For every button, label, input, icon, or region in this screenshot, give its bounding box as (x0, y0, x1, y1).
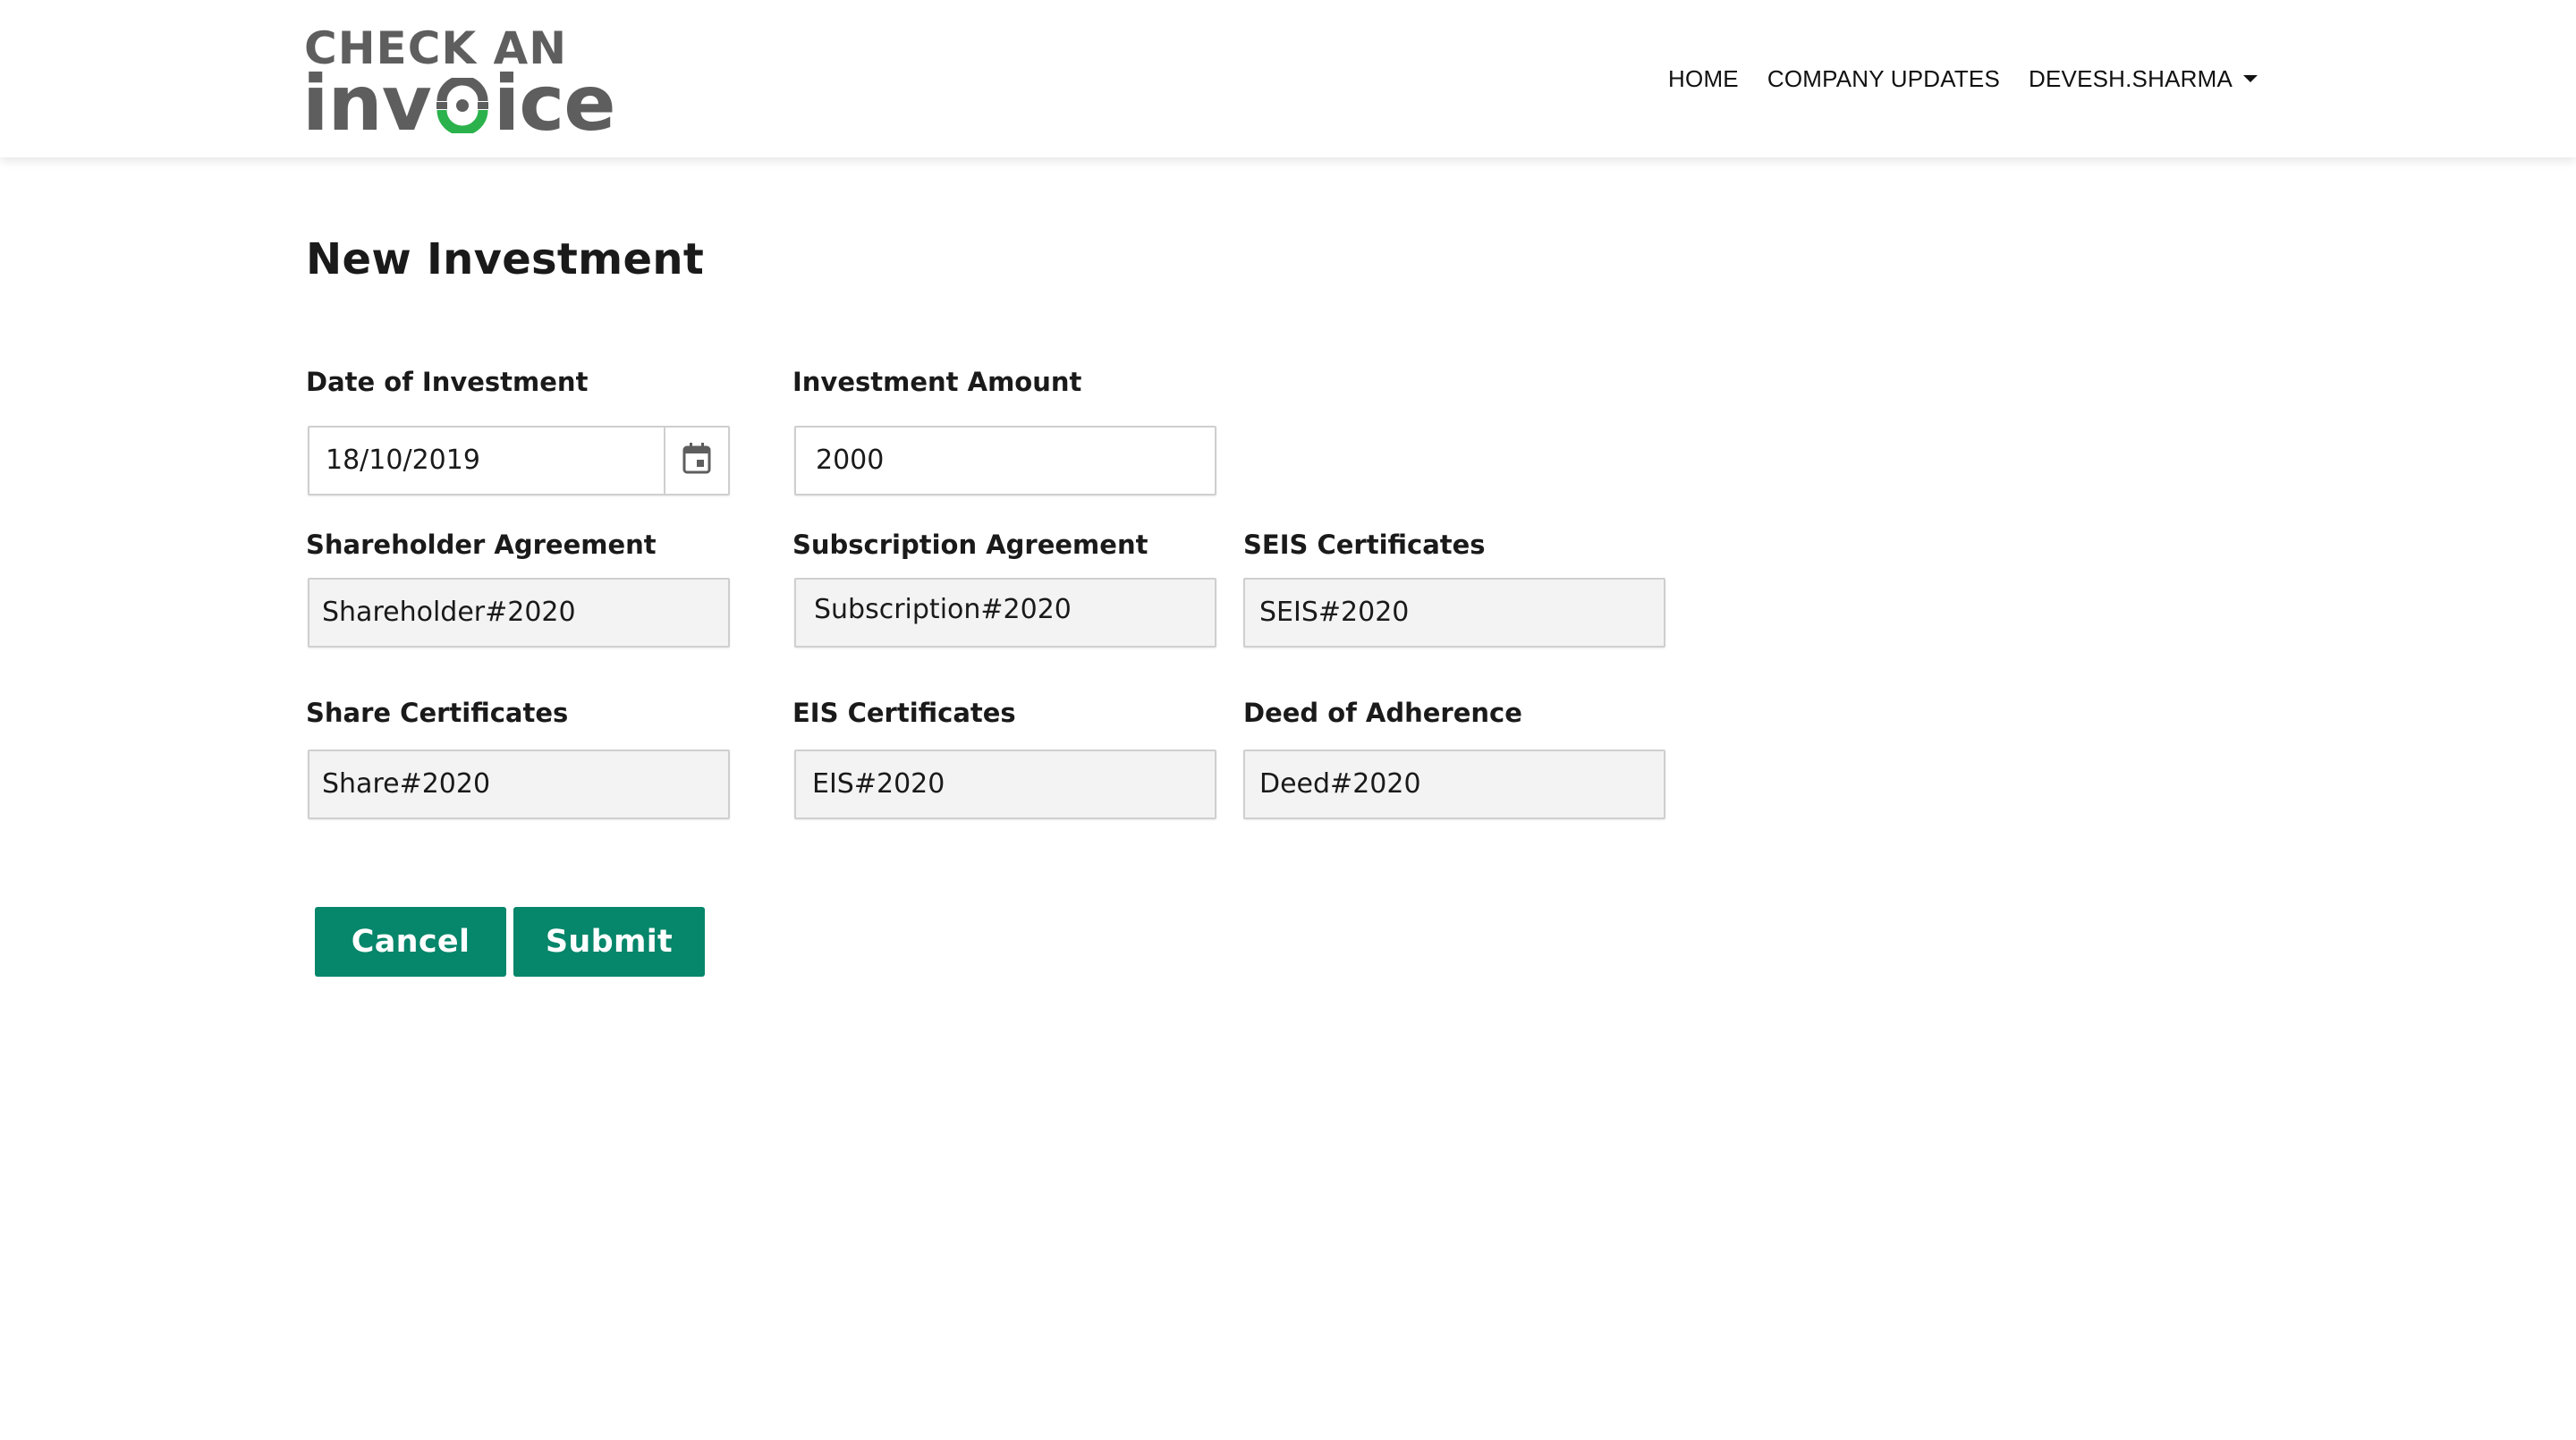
shareholder-agreement-field[interactable]: Shareholder#2020 (308, 578, 730, 648)
eis-certificates-label: EIS Certificates (792, 698, 1016, 728)
page-title: New Investment (306, 234, 705, 284)
submit-button[interactable]: Submit (513, 907, 705, 977)
date-of-investment-field[interactable]: 18/10/2019 (308, 426, 730, 496)
seis-certificates-value: SEIS#2020 (1259, 597, 1410, 628)
eis-certificates-value: EIS#2020 (812, 768, 945, 800)
eis-certificates-field[interactable]: EIS#2020 (794, 750, 1216, 819)
calendar-icon (682, 442, 712, 479)
investment-amount-field[interactable]: 2000 (794, 426, 1216, 496)
share-certificates-field[interactable]: Share#2020 (308, 750, 730, 819)
logo-o-mark-icon (435, 70, 490, 136)
shareholder-agreement-value: Shareholder#2020 (322, 597, 576, 628)
share-certificates-label: Share Certificates (306, 698, 569, 728)
check-an-invoice-logo[interactable]: CHECK AN inv ice (302, 25, 624, 142)
investment-amount-label: Investment Amount (792, 367, 1082, 397)
cancel-button[interactable]: Cancel (315, 907, 506, 977)
logo-text-part-2: ice (493, 59, 616, 148)
seis-certificates-label: SEIS Certificates (1243, 529, 1486, 560)
subscription-agreement-field[interactable]: Subscription#2020 (794, 578, 1216, 648)
investment-amount-value: 2000 (816, 445, 885, 476)
subscription-agreement-label: Subscription Agreement (792, 529, 1148, 560)
nav-home[interactable]: HOME (1654, 65, 1753, 93)
subscription-agreement-value: Subscription#2020 (814, 594, 1072, 625)
deed-of-adherence-value: Deed#2020 (1259, 768, 1421, 800)
date-of-investment-value: 18/10/2019 (326, 445, 480, 476)
date-of-investment-label: Date of Investment (306, 367, 589, 397)
shareholder-agreement-label: Shareholder Agreement (306, 529, 657, 560)
main-nav: HOME COMPANY UPDATES DEVESH.SHARMA (1654, 59, 2272, 98)
logo-text-part-1: inv (302, 59, 432, 148)
top-navbar: CHECK AN inv ice HOME COMPANY UPDATES DE… (0, 0, 2576, 157)
seis-certificates-field[interactable]: SEIS#2020 (1243, 578, 1665, 648)
nav-user-menu[interactable]: DEVESH.SHARMA (2014, 65, 2272, 93)
caret-down-icon (2243, 74, 2258, 82)
date-picker-button[interactable] (664, 428, 728, 494)
deed-of-adherence-field[interactable]: Deed#2020 (1243, 750, 1665, 819)
user-name: DEVESH.SHARMA (2029, 64, 2233, 92)
nav-company-updates[interactable]: COMPANY UPDATES (1753, 65, 2014, 93)
share-certificates-value: Share#2020 (322, 768, 491, 800)
logo-text-bottom: inv ice (302, 65, 616, 142)
deed-of-adherence-label: Deed of Adherence (1243, 698, 1522, 728)
